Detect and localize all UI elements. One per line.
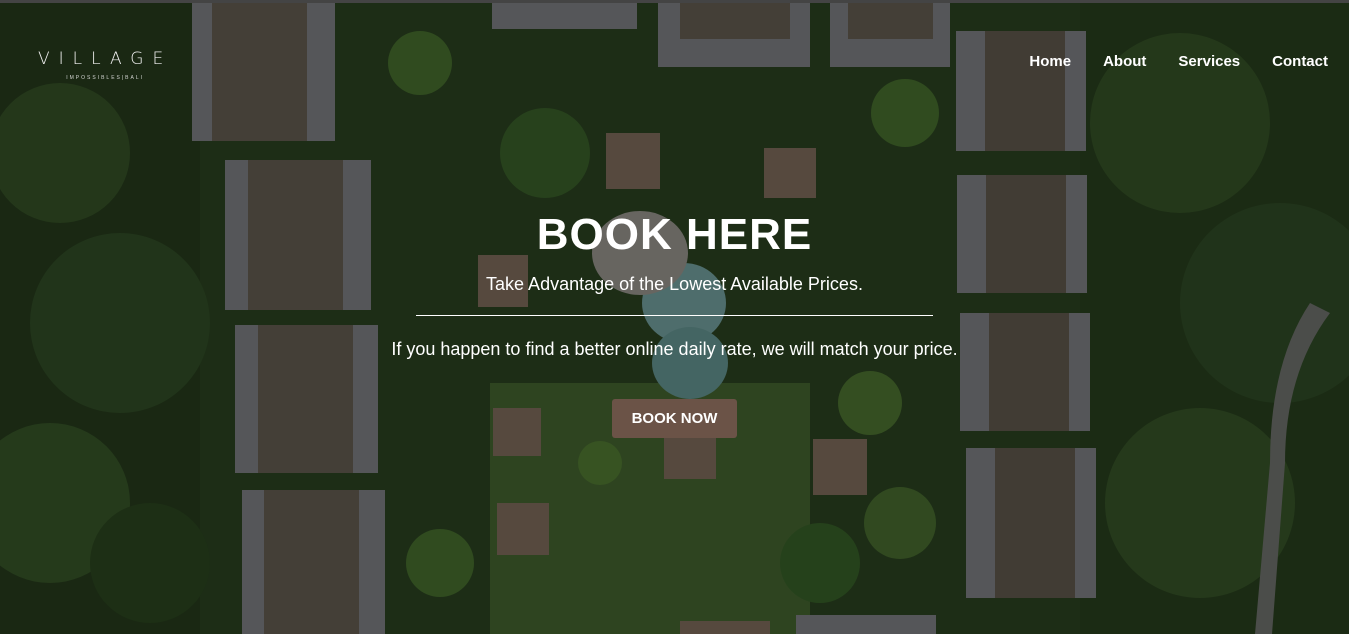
hero-description: If you happen to find a better online da… [391,339,958,359]
brand-tagline: IMPOSSIBLES|BALI [66,75,144,81]
brand-name: VILLAGE [38,49,173,69]
hero-content: BOOK HERE Take Advantage of the Lowest A… [0,208,1349,438]
nav-item-services[interactable]: Services [1178,53,1240,70]
brand-logo[interactable]: VILLAGE IMPOSSIBLES|BALI [38,49,172,81]
hero-divider [416,315,933,316]
nav-item-about[interactable]: About [1103,53,1146,70]
hero-title: BOOK HERE [536,210,813,259]
hero-subtitle: Take Advantage of the Lowest Available P… [486,274,863,294]
nav-item-home[interactable]: Home [1029,53,1071,70]
main-nav: Home About Services Contact [1029,53,1328,70]
nav-item-contact[interactable]: Contact [1272,53,1328,70]
hero-section: VILLAGE IMPOSSIBLES|BALI Home About Serv… [0,0,1349,634]
book-now-button[interactable]: BOOK NOW [611,399,738,438]
